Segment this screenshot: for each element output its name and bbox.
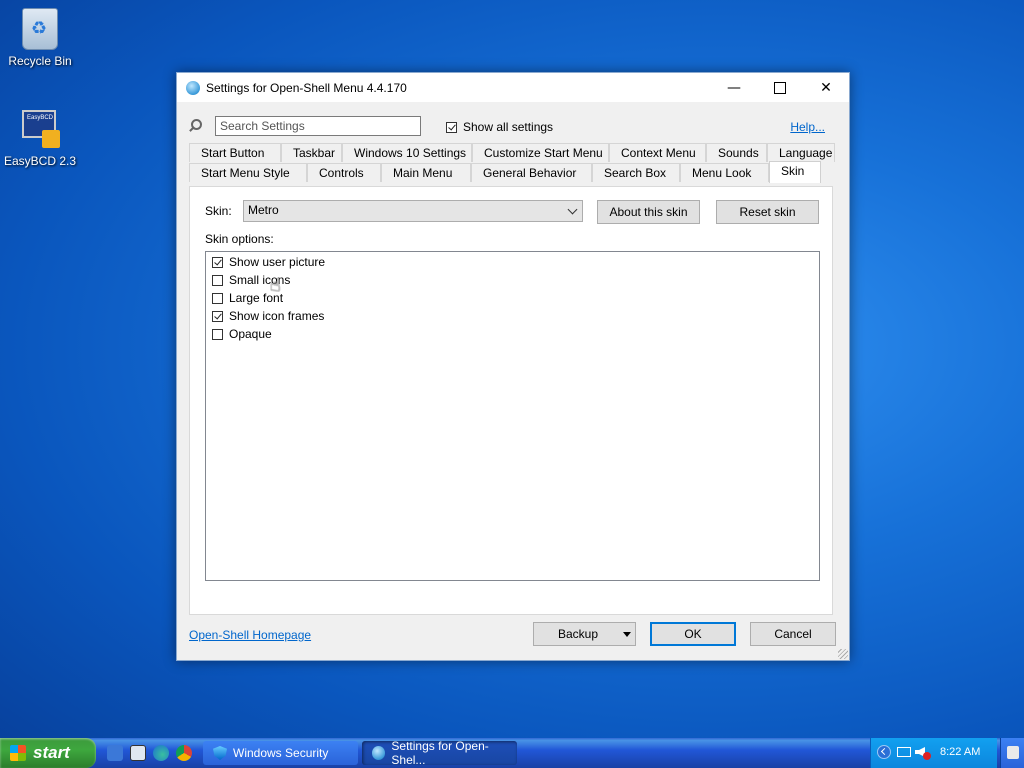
windows-flag-icon xyxy=(10,745,26,761)
tab-start-menu-style[interactable]: Start Menu Style xyxy=(189,163,307,182)
taskbar: start Windows Security Settings for Open… xyxy=(0,738,1024,768)
search-icon xyxy=(187,118,202,132)
tab-language[interactable]: Language xyxy=(767,143,835,162)
checkbox-icon xyxy=(212,292,223,304)
reset-skin-button[interactable]: Reset skin xyxy=(716,200,819,224)
cancel-button[interactable]: Cancel xyxy=(750,622,836,646)
dropdown-arrow-icon xyxy=(623,632,631,637)
clock[interactable]: 8:22 AM xyxy=(940,746,980,758)
taskbar-item-open-shell-settings[interactable]: Settings for Open-Shel... xyxy=(362,739,517,767)
taskbar-item-label: Settings for Open-Shel... xyxy=(391,739,489,767)
start-label: start xyxy=(33,743,70,762)
tab-start-button[interactable]: Start Button xyxy=(189,143,281,162)
show-desktop-quicklaunch-icon[interactable] xyxy=(107,745,123,761)
tab-search-box[interactable]: Search Box xyxy=(592,163,680,182)
skin-options-label: Skin options: xyxy=(205,232,274,246)
tab-controls[interactable]: Controls xyxy=(307,163,381,182)
skin-select[interactable]: Metro xyxy=(243,200,583,222)
chrome-icon[interactable] xyxy=(176,745,192,761)
backup-button-label: Backup xyxy=(558,627,599,641)
tab-row-1: Start Button Taskbar Windows 10 Settings… xyxy=(189,143,835,163)
tab-windows-10-settings[interactable]: Windows 10 Settings xyxy=(342,143,472,162)
start-button[interactable]: start xyxy=(0,738,96,768)
ok-button[interactable]: OK xyxy=(650,622,736,646)
desktop-icon-easybcd[interactable]: EasyBCD EasyBCD 2.3 xyxy=(0,110,80,168)
tab-taskbar[interactable]: Taskbar xyxy=(281,143,342,162)
skin-tab-panel: Skin: Metro About this skin Reset skin S… xyxy=(189,186,833,615)
resize-grip-icon[interactable] xyxy=(838,649,848,659)
option-label: Show icon frames xyxy=(229,309,325,323)
system-tray: 8:22 AM xyxy=(870,738,997,768)
taskbar-item-label: Windows Security xyxy=(233,746,329,760)
tab-row-2: Start Menu Style Controls Main Menu Gene… xyxy=(189,161,835,183)
taskbar-item-windows-security[interactable]: Windows Security xyxy=(203,741,358,765)
checkbox-icon xyxy=(446,121,457,133)
checkbox-icon xyxy=(212,256,223,268)
desktop-icon-label: Recycle Bin xyxy=(8,54,72,68)
tab-context-menu[interactable]: Context Menu xyxy=(609,143,706,162)
skin-select-value: Metro xyxy=(248,203,279,217)
hand-cursor-icon xyxy=(270,275,284,296)
checkbox-icon xyxy=(212,328,223,340)
title-bar[interactable]: Settings for Open-Shell Menu 4.4.170 — ✕ xyxy=(177,73,849,102)
maximize-button[interactable] xyxy=(757,73,803,102)
show-desktop-button[interactable] xyxy=(1000,738,1024,768)
chevron-left-icon[interactable] xyxy=(877,745,891,759)
chevron-down-icon xyxy=(567,204,578,215)
explorer-quicklaunch-icon[interactable] xyxy=(130,745,146,761)
tab-menu-look[interactable]: Menu Look xyxy=(680,163,769,182)
option-show-icon-frames[interactable]: Show icon frames xyxy=(212,307,324,325)
maximize-icon xyxy=(774,81,786,94)
desktop-icon-recycle-bin[interactable]: Recycle Bin xyxy=(0,8,80,68)
edge-icon[interactable] xyxy=(153,745,169,761)
close-button[interactable]: ✕ xyxy=(803,73,849,102)
settings-window: Settings for Open-Shell Menu 4.4.170 — ✕… xyxy=(176,72,850,661)
shield-icon xyxy=(213,746,227,760)
window-title: Settings for Open-Shell Menu 4.4.170 xyxy=(206,80,407,95)
show-all-settings-checkbox[interactable]: Show all settings xyxy=(446,120,553,134)
option-label: Show user picture xyxy=(229,255,326,269)
skin-label: Skin: xyxy=(205,204,232,218)
skin-options-list: Show user picture Small icons Large font… xyxy=(205,251,820,581)
tab-main-menu[interactable]: Main Menu xyxy=(381,163,471,182)
backup-button[interactable]: Backup xyxy=(533,622,636,646)
option-opaque[interactable]: Opaque xyxy=(212,325,272,343)
open-shell-icon xyxy=(372,746,386,760)
tab-sounds[interactable]: Sounds xyxy=(706,143,767,162)
minimize-button[interactable]: — xyxy=(711,73,757,102)
checkbox-icon xyxy=(212,274,223,286)
desktop-icon-label: EasyBCD 2.3 xyxy=(3,154,77,168)
show-all-settings-label: Show all settings xyxy=(463,120,554,134)
tab-skin[interactable]: Skin xyxy=(769,161,821,183)
option-label: Opaque xyxy=(229,327,272,341)
open-shell-icon xyxy=(186,80,200,95)
about-skin-button[interactable]: About this skin xyxy=(597,200,700,224)
help-link[interactable]: Help... xyxy=(790,120,825,134)
recycle-bin-icon xyxy=(22,8,58,50)
search-input[interactable] xyxy=(215,116,421,136)
open-shell-homepage-link[interactable]: Open-Shell Homepage xyxy=(189,628,311,642)
option-show-user-picture[interactable]: Show user picture xyxy=(212,253,325,271)
tab-general-behavior[interactable]: General Behavior xyxy=(471,163,592,182)
tab-customize-start-menu[interactable]: Customize Start Menu xyxy=(472,143,609,162)
muted-x-icon xyxy=(923,752,931,760)
checkbox-icon xyxy=(212,310,223,322)
network-icon[interactable] xyxy=(897,747,911,757)
easybcd-icon: EasyBCD xyxy=(20,110,60,150)
